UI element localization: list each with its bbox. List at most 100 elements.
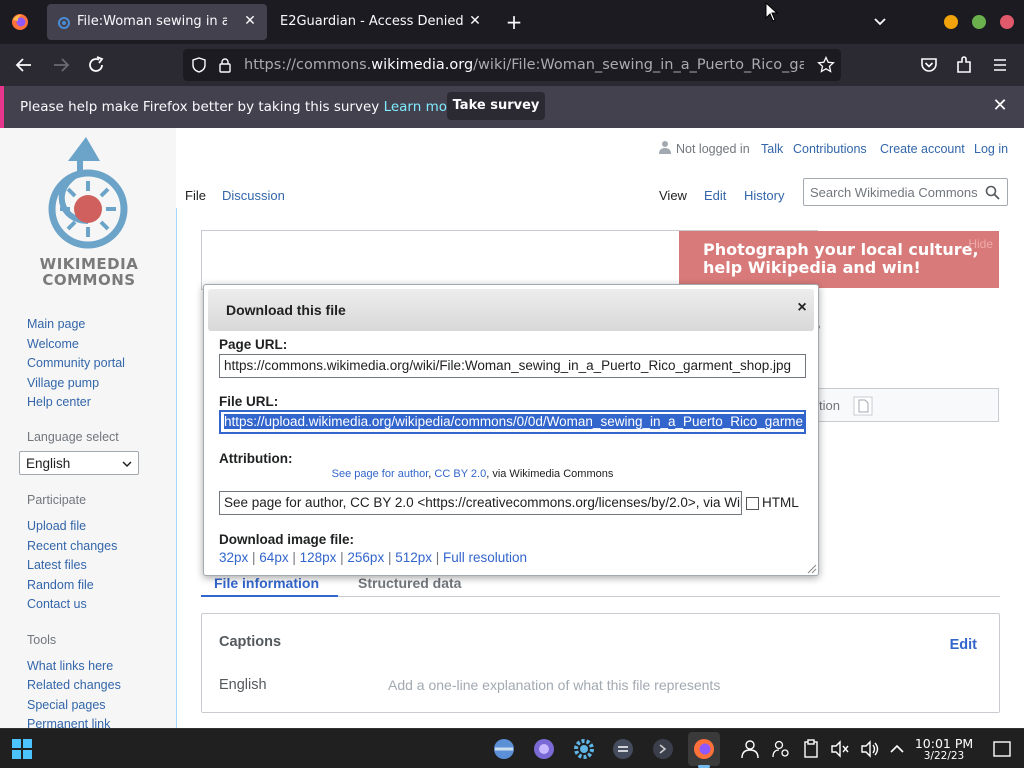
language-select[interactable]: English	[19, 451, 139, 475]
sidebar-item-recent-changes[interactable]: Recent changes	[27, 539, 117, 553]
sidebar-item-main-page[interactable]: Main page	[27, 317, 85, 331]
page-url-field[interactable]: https://commons.wikimedia.org/wiki/File:…	[219, 354, 806, 378]
clock-time: 10:01 PM	[914, 736, 974, 751]
tab-active[interactable]: File:Woman sewing in a Puerto Rico garme…	[47, 4, 267, 40]
address-bar[interactable]: https://commons.wikimedia.org/wiki/File:…	[183, 49, 841, 81]
sidebar-item-community-portal[interactable]: Community portal	[27, 356, 125, 370]
caption-placeholder: Add a one-line explanation of what this …	[388, 677, 721, 693]
download-256px-link[interactable]: 256px	[347, 550, 384, 565]
html-checkbox[interactable]	[746, 497, 759, 510]
download-image-label: Download image file:	[219, 532, 355, 547]
terminal-icon[interactable]	[652, 738, 674, 760]
close-window-button[interactable]	[1000, 15, 1014, 29]
volume-muted-icon[interactable]	[829, 738, 851, 760]
back-arrow-icon[interactable]	[13, 54, 35, 76]
clock-date: 3/22/23	[923, 750, 965, 762]
chevron-down-icon	[122, 461, 132, 468]
contributions-link[interactable]: Contributions	[793, 142, 867, 156]
take-survey-button[interactable]: Take survey	[447, 92, 545, 120]
banner-hide-link[interactable]: Hide	[968, 237, 993, 251]
search-input[interactable]: Search Wikimedia Commons	[803, 178, 1008, 206]
person-icon[interactable]	[739, 738, 761, 760]
sidebar-item-help-center[interactable]: Help center	[27, 395, 91, 409]
attribution-license-link[interactable]: CC BY 2.0	[434, 468, 486, 480]
download-64px-link[interactable]: 64px	[259, 550, 288, 565]
volume-icon[interactable]	[859, 738, 881, 760]
resize-handle-icon[interactable]	[805, 562, 817, 574]
new-tab-button[interactable]: +	[503, 11, 525, 33]
user-accounts-icon[interactable]	[770, 738, 792, 760]
sidebar-item-upload-file[interactable]: Upload file	[27, 519, 86, 533]
navigation-toolbar: https://commons.wikimedia.org/wiki/File:…	[0, 44, 1024, 86]
maximize-button[interactable]	[972, 15, 986, 29]
attribution-field[interactable]: See page for author, CC BY 2.0 <https://…	[219, 491, 742, 515]
tab-history[interactable]: History	[744, 188, 784, 203]
gear-icon[interactable]	[573, 738, 595, 760]
attribution-author-link[interactable]: See page for author	[332, 468, 429, 480]
sidebar-item-what-links-here[interactable]: What links here	[27, 659, 113, 673]
active-tab-indicator	[201, 595, 338, 597]
create-account-link[interactable]: Create account	[880, 142, 965, 156]
tab-view[interactable]: View	[659, 188, 687, 203]
file-manager-icon[interactable]	[493, 738, 515, 760]
clipboard-icon[interactable]	[800, 738, 822, 760]
sidebar-item-permanent-link[interactable]: Permanent link	[27, 717, 110, 728]
dialog-titlebar[interactable]: Download this file ×	[208, 289, 814, 331]
sidebar-item-contact-us[interactable]: Contact us	[27, 597, 87, 611]
wiki-loves-banner[interactable]: Photograph your local culture, help Wikip…	[679, 231, 999, 288]
logo-wordmark: WIKIMEDIA COMMONS	[39, 255, 139, 289]
download-512px-link[interactable]: 512px	[395, 550, 432, 565]
tab-file[interactable]: File	[185, 188, 206, 203]
chevron-up-icon[interactable]	[886, 738, 908, 760]
reload-icon[interactable]	[85, 54, 107, 76]
notifications-icon[interactable]	[991, 738, 1013, 760]
wikimedia-favicon-icon	[58, 17, 70, 29]
tab-file-information[interactable]: File information	[214, 575, 319, 591]
sidebar-item-special-pages[interactable]: Special pages	[27, 698, 106, 712]
file-url-field[interactable]: https://upload.wikimedia.org/wikipedia/c…	[219, 410, 806, 434]
bookmark-star-icon[interactable]	[817, 56, 835, 74]
sidebar-item-welcome[interactable]: Welcome	[27, 337, 79, 351]
download-128px-link[interactable]: 128px	[300, 550, 337, 565]
firefox-logo-icon[interactable]	[11, 13, 29, 31]
taskbar-clock[interactable]: 10:01 PM 3/22/23	[908, 736, 980, 762]
tab-close-icon[interactable]: ✕	[241, 12, 259, 30]
sidebar-item-village-pump[interactable]: Village pump	[27, 376, 99, 390]
tab-inactive[interactable]: E2Guardian - Access Denied ✕	[270, 4, 492, 40]
download-32px-link[interactable]: 32px	[219, 550, 248, 565]
login-link[interactable]: Log in	[974, 142, 1008, 156]
search-icon[interactable]	[985, 185, 1000, 200]
download-full-resolution-link[interactable]: Full resolution	[443, 550, 527, 565]
tab-edit[interactable]: Edit	[704, 188, 726, 203]
close-icon[interactable]: ✕	[990, 96, 1010, 116]
dialog-close-button[interactable]: ×	[793, 299, 811, 317]
minimize-button[interactable]	[944, 15, 958, 29]
extensions-icon[interactable]	[953, 54, 975, 76]
download-size-links: 32px | 64px | 128px | 256px | 512px | Fu…	[219, 550, 528, 565]
tab-title: File:Woman sewing in a Puerto Rico garme…	[77, 14, 227, 29]
sidebar-item-random-file[interactable]: Random file	[27, 578, 94, 592]
app-switch-icon[interactable]	[612, 738, 634, 760]
start-windows-icon[interactable]	[11, 738, 33, 760]
settings-app-icon[interactable]	[533, 738, 555, 760]
url-text[interactable]: https://commons.wikimedia.org/wiki/File:…	[244, 57, 804, 73]
talk-link[interactable]: Talk	[761, 142, 783, 156]
sidebar-item-latest-files[interactable]: Latest files	[27, 558, 87, 572]
notification-text: Please help make Firefox better by takin…	[20, 99, 461, 115]
survey-notification-bar: Please help make Firefox better by takin…	[0, 86, 1024, 128]
captions-edit-button[interactable]: Edit	[950, 637, 977, 653]
tab-structured-data[interactable]: Structured data	[358, 575, 461, 591]
tab-discussion[interactable]: Discussion	[222, 188, 285, 203]
menu-hamburger-icon[interactable]	[989, 54, 1011, 76]
attribution-label: Attribution:	[219, 451, 293, 466]
html-checkbox-label[interactable]: HTML	[762, 495, 799, 510]
document-icon[interactable]	[853, 396, 873, 416]
lock-icon[interactable]	[218, 57, 232, 73]
sidebar-item-related-changes[interactable]: Related changes	[27, 678, 121, 692]
forward-arrow-icon[interactable]	[50, 54, 72, 76]
tab-close-icon[interactable]: ✕	[466, 12, 484, 30]
list-all-tabs-icon[interactable]	[870, 13, 890, 31]
pocket-icon[interactable]	[918, 54, 940, 76]
firefox-taskbar-icon[interactable]	[693, 738, 715, 760]
tracking-protection-shield-icon[interactable]	[191, 57, 207, 73]
